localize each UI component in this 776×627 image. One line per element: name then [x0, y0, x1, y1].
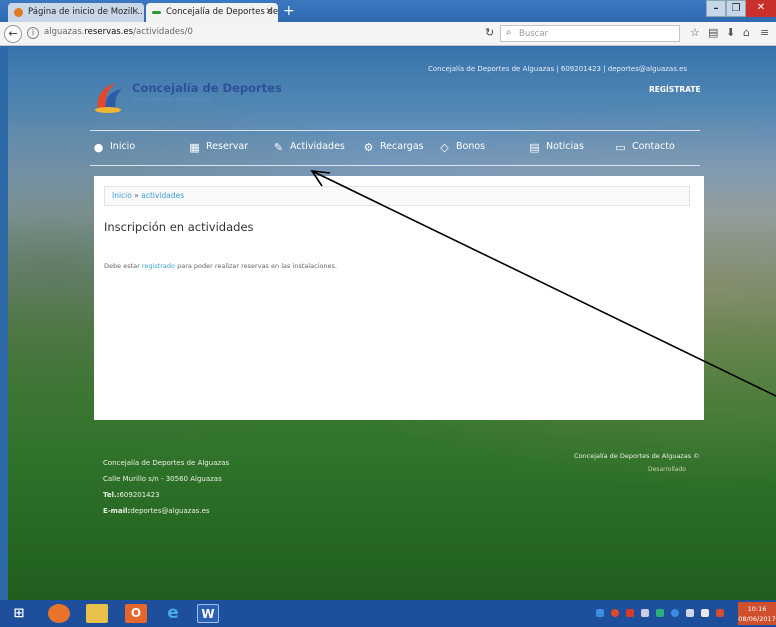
footer-email-value[interactable]: deportes@alguazas.es — [130, 507, 209, 515]
browser-nav-bar: ← i alguazas.reservas.es/actividades/0 ↻… — [0, 22, 776, 46]
menu-label: Noticias — [546, 141, 584, 152]
footer-address: Calle Murillo s/n - 30560 Alguazas — [103, 475, 222, 483]
back-button[interactable]: ← — [4, 25, 22, 43]
menu-label: Inicio — [110, 141, 136, 152]
window-controls: – ❐ ✕ — [706, 0, 776, 17]
windows-taskbar: ⊞ O e W 10:16 08/06/2017 — [0, 600, 776, 627]
site-favicon-icon — [152, 8, 161, 17]
header-contact-info: Concejalía de Deportes de Alguazas | 609… — [428, 65, 688, 73]
footer-phone: Tel.:609201423 — [103, 487, 229, 503]
minimize-button[interactable]: – — [706, 0, 726, 17]
footer-contact: Concejalía de Deportes de Alguazas Calle… — [103, 455, 229, 519]
tab-title: Concejalía de Deportes de... — [166, 7, 278, 17]
tray-antivirus-icon[interactable] — [611, 609, 619, 617]
url-path: /actividades/0 — [133, 27, 193, 37]
menu-item-reservar[interactable]: ▦ Reservar — [188, 141, 248, 154]
maximize-button[interactable]: ❐ — [726, 0, 746, 17]
menu-icon[interactable]: ≡ — [760, 26, 769, 39]
url-host: reservas.es — [84, 27, 134, 37]
message-after: para poder realizar reservas en las inst… — [175, 262, 337, 270]
menu-item-bonos[interactable]: ◇ Bonos — [438, 141, 485, 154]
breadcrumb-home-link[interactable]: Inicio — [112, 191, 132, 200]
menu-label: Actividades — [290, 141, 345, 152]
menu-label: Bonos — [456, 141, 486, 152]
tray-app-icon[interactable] — [596, 609, 604, 617]
main-menu: ● Inicio ▦ Reservar ✎ Actividades ⚙ Recargas… — [90, 130, 700, 166]
footer-copyright: Concejalía de Deportes de Alguazas © — [574, 452, 700, 460]
logo-subtitle: Ayuntamiento de Alguazas — [132, 96, 213, 103]
menu-item-noticias[interactable]: ▤ Noticias — [528, 141, 584, 154]
tray-office-icon[interactable] — [626, 609, 634, 617]
register-link[interactable]: REGÍSTRATE — [649, 85, 701, 94]
firefox-icon[interactable] — [48, 604, 70, 623]
menu-label: Contacto — [632, 141, 675, 152]
location-pin-icon: ● — [93, 141, 104, 154]
browser-tab-bar: Página de inicio de Mozill... ✕ Concejal… — [0, 0, 776, 22]
main-content-panel: Inicio » actividades Inscripción en acti… — [94, 176, 704, 420]
home-icon[interactable]: ⌂ — [743, 26, 750, 39]
tab-title: Página de inicio de Mozill... — [28, 7, 143, 17]
menu-label: Reservar — [206, 141, 249, 152]
url-field[interactable]: alguazas.reservas.es/actividades/0 — [44, 27, 193, 37]
footer-name: Concejalía de Deportes de Alguazas — [103, 459, 230, 467]
search-placeholder: Buscar — [519, 29, 549, 39]
internet-explorer-icon[interactable]: e — [162, 604, 184, 623]
footer-email: E-mail:deportes@alguazas.es — [103, 503, 229, 519]
tray-volume-icon[interactable] — [701, 609, 709, 617]
breadcrumb-current[interactable]: actividades — [141, 191, 184, 200]
web-page: Concejalía de Deportes Ayuntamiento de A… — [8, 47, 776, 600]
menu-item-actividades[interactable]: ✎ Actividades — [272, 141, 345, 154]
close-icon[interactable]: ✕ — [265, 3, 273, 22]
clock-time: 10:16 — [747, 605, 767, 613]
download-icon[interactable]: ⬇ — [726, 26, 735, 39]
clock-date: 08/06/2017 — [738, 615, 776, 623]
footer-email-label: E-mail: — [103, 507, 131, 515]
footer-phone-value: 609201423 — [119, 491, 160, 499]
taskbar-clock[interactable]: 10:16 08/06/2017 — [738, 602, 776, 625]
search-input[interactable]: ⌕ Buscar — [500, 25, 680, 42]
url-prefix: alguazas. — [44, 27, 85, 37]
menu-item-inicio[interactable]: ● Inicio — [92, 141, 135, 154]
new-tab-button[interactable]: + — [283, 2, 295, 20]
tray-sync-icon[interactable] — [671, 609, 679, 617]
document-icon: ▤ — [529, 141, 540, 154]
reload-icon[interactable]: ↻ — [485, 26, 494, 39]
tray-up-arrow-icon[interactable] — [641, 609, 649, 617]
bookmark-star-icon[interactable]: ☆ — [690, 26, 700, 39]
footer-phone-label: Tel.: — [103, 491, 120, 499]
tag-icon: ◇ — [440, 141, 449, 154]
login-required-message: Debe estar registrado para poder realiza… — [104, 262, 337, 270]
tab-concejalia[interactable]: Concejalía de Deportes de... ✕ — [146, 3, 278, 22]
tray-display-icon[interactable] — [686, 609, 694, 617]
tray-network-icon[interactable] — [656, 609, 664, 617]
monitor-icon: ▭ — [615, 141, 626, 154]
tab-mozilla-home[interactable]: Página de inicio de Mozill... ✕ — [8, 3, 144, 22]
edit-icon: ✎ — [273, 141, 284, 154]
breadcrumb-separator: » — [134, 191, 139, 200]
footer-credit[interactable]: Desarrollado — [648, 466, 686, 473]
menu-item-recargas[interactable]: ⚙ Recargas — [362, 141, 424, 154]
search-icon: ⌕ — [506, 27, 512, 38]
breadcrumb: Inicio » actividades — [104, 186, 690, 206]
register-link-inline[interactable]: registrado — [142, 262, 175, 270]
windows-start-icon[interactable]: ⊞ — [8, 604, 30, 623]
gear-icon: ⚙ — [363, 141, 374, 154]
calendar-icon: ▦ — [189, 141, 200, 154]
logo-icon[interactable] — [92, 79, 128, 115]
tray-notification-icon[interactable] — [716, 609, 724, 617]
file-explorer-icon[interactable] — [86, 604, 108, 623]
info-icon[interactable]: i — [27, 27, 39, 39]
menu-item-contacto[interactable]: ▭ Contacto — [614, 141, 675, 154]
close-window-button[interactable]: ✕ — [746, 0, 776, 17]
logo-title[interactable]: Concejalía de Deportes — [132, 81, 282, 95]
outlook-icon[interactable]: O — [125, 604, 147, 623]
message-before: Debe estar — [104, 262, 142, 270]
reading-list-icon[interactable]: ▤ — [708, 26, 718, 39]
word-icon[interactable]: W — [197, 604, 219, 623]
close-icon[interactable]: ✕ — [131, 3, 139, 22]
menu-label: Recargas — [380, 141, 424, 152]
page-title: Inscripción en actividades — [104, 220, 254, 234]
firefox-favicon-icon — [14, 8, 23, 17]
